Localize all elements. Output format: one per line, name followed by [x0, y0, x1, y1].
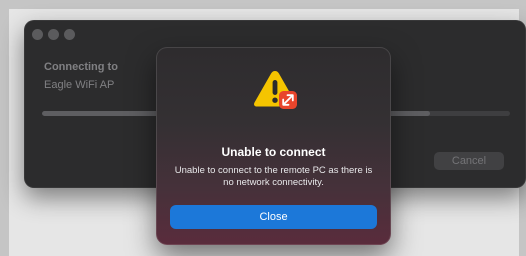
close-button[interactable]: Close: [170, 205, 377, 229]
close-window-button[interactable]: [32, 29, 43, 40]
dialog-message: Unable to connect to the remote PC as th…: [174, 165, 373, 188]
remote-desktop-icon: [279, 91, 297, 109]
window-titlebar: [24, 20, 526, 48]
connecting-label: Connecting to: [44, 61, 118, 73]
warning-icon: [254, 71, 297, 109]
zoom-window-button[interactable]: [64, 29, 75, 40]
dialog-title: Unable to connect: [221, 145, 326, 159]
target-name: Eagle WiFi AP: [44, 79, 115, 91]
cancel-button[interactable]: Cancel: [434, 152, 504, 170]
minimize-window-button[interactable]: [48, 29, 59, 40]
error-dialog: Unable to connect Unable to connect to t…: [156, 47, 391, 245]
